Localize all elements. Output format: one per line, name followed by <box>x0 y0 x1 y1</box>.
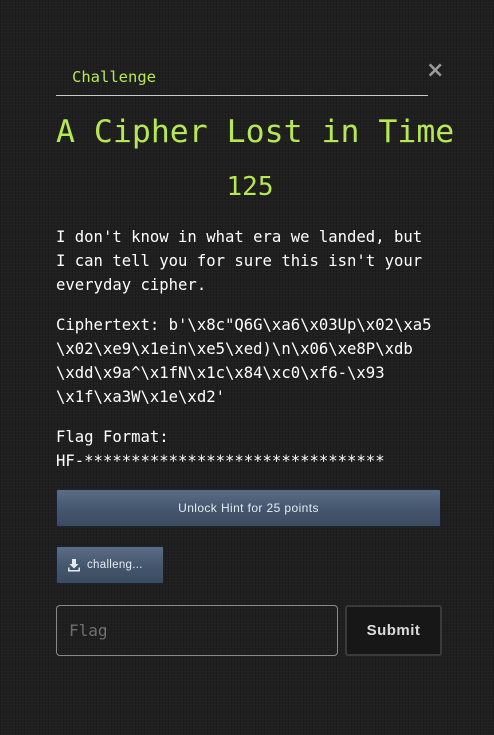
challenge-modal: Challenge × A Cipher Lost in Time 125 I … <box>0 0 494 735</box>
close-button[interactable]: × <box>426 60 444 82</box>
unlock-hint-label: Unlock Hint for 25 points <box>178 501 319 515</box>
submit-label: Submit <box>366 622 421 639</box>
flag-format-text: Flag Format: HF-************************… <box>56 428 385 470</box>
ciphertext-text: Ciphertext: b'\x8c"Q6G\xa6\x03Up\x02\xa5… <box>56 316 432 406</box>
file-label: challeng... <box>87 559 143 571</box>
flag-input[interactable] <box>56 605 338 656</box>
challenge-points: 125 <box>226 172 274 202</box>
challenge-description: I don't know in what era we landed, but … <box>56 228 423 294</box>
unlock-hint-button[interactable]: Unlock Hint for 25 points <box>56 489 441 527</box>
tab-challenge[interactable]: Challenge <box>72 68 156 86</box>
submit-button[interactable]: Submit <box>345 605 442 656</box>
download-icon <box>68 559 80 572</box>
challenge-title: A Cipher Lost in Time <box>56 114 455 150</box>
modal-tab-bar: Challenge <box>56 60 428 96</box>
download-file-button[interactable]: challeng... <box>56 546 164 584</box>
